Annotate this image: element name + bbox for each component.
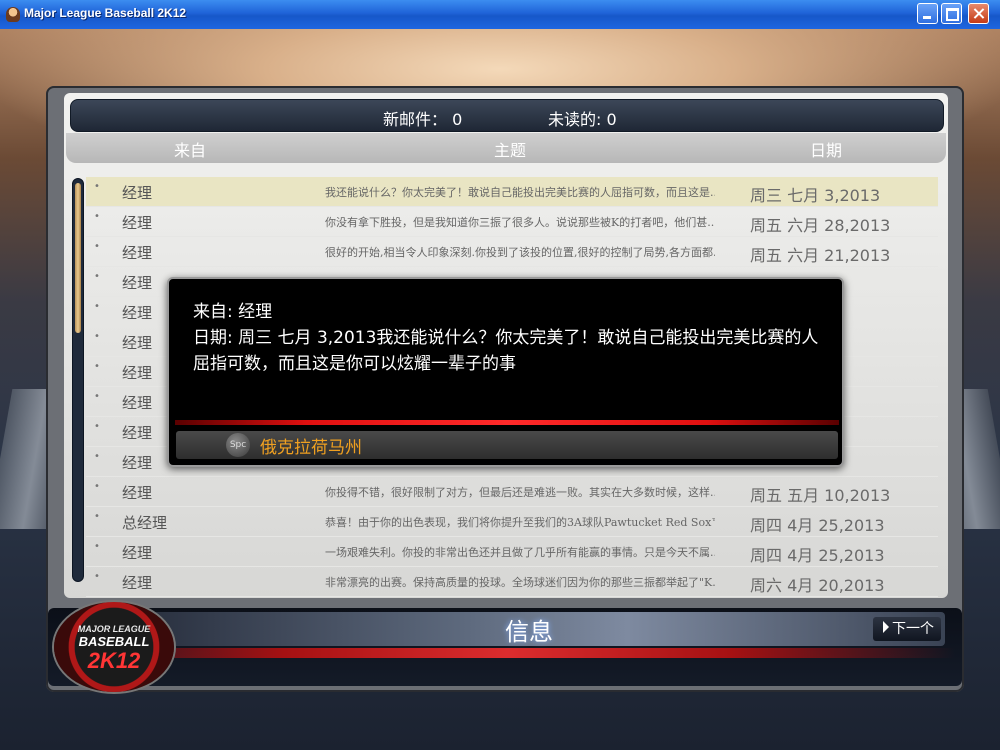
bullet-icon: • — [94, 241, 100, 252]
mail-status-bar: 新邮件： 0 未读的: 0 — [70, 99, 944, 132]
message-date: 周五 六月 21,2013 — [750, 246, 891, 265]
mlb2k12-logo: MAJOR LEAGUE BASEBALL 2K12 — [54, 602, 174, 692]
message-subject: 很好的开始,相当令人印象深刻.你投到了该投的位置,很好的控制了局势,各方面都..… — [325, 246, 715, 259]
popup-text: 来自: 经理 日期: 周三 七月 3,2013我还能说什么？你太完美了！敢说自己… — [193, 299, 833, 377]
next-button[interactable]: 下一个 — [873, 617, 941, 641]
screen-title: 信息 — [505, 618, 553, 646]
scrollbar-thumb[interactable] — [75, 183, 81, 333]
bullet-icon: • — [94, 481, 100, 492]
bullet-icon: • — [94, 421, 100, 432]
message-from: 经理 — [122, 184, 153, 202]
bullet-icon: • — [94, 391, 100, 402]
message-subject: 一场艰难失利。你投的非常出色还并且做了几乎所有能赢的事情。只是今天不属... — [325, 546, 715, 559]
message-row[interactable]: • 总经理 恭喜！由于你的出色表现，我们将你提升至我们的3A球队Pawtucke… — [86, 507, 938, 537]
next-label: 下一个 — [892, 621, 934, 637]
message-subject: 非常漂亮的出赛。保持高质量的投球。全场球迷们因为你的那些三振都举起了"K... — [325, 576, 715, 589]
bullet-icon: • — [94, 271, 100, 282]
message-list-scrollbar[interactable] — [72, 178, 84, 582]
bullet-icon: • — [94, 361, 100, 372]
bullet-icon: • — [94, 181, 100, 192]
popup-footer-label: 俄克拉荷马州 — [260, 438, 362, 458]
unread-count: 未读的: 0 — [548, 110, 617, 129]
message-subject: 我还能说什么？你太完美了！敢说自己能投出完美比赛的人屈指可数，而且这是... — [325, 186, 715, 199]
message-date: 周四 4月 25,2013 — [750, 546, 885, 565]
message-date: 周三 七月 3,2013 — [750, 186, 881, 205]
popup-divider — [175, 420, 839, 425]
arrow-right-icon — [883, 621, 889, 633]
bullet-icon: • — [94, 331, 100, 342]
popup-footer[interactable]: Spc 俄克拉荷马州 — [176, 431, 838, 459]
space-key-icon: Spc — [226, 433, 250, 457]
column-header: 来自 主题 日期 — [66, 133, 946, 163]
close-button[interactable] — [968, 3, 989, 24]
message-popup[interactable]: 来自: 经理 日期: 周三 七月 3,2013我还能说什么？你太完美了！敢说自己… — [167, 277, 844, 467]
message-row[interactable]: • 经理 我还能说什么？你太完美了！敢说自己能投出完美比赛的人屈指可数，而且这是… — [86, 177, 938, 207]
message-row[interactable]: • 经理 你没有拿下胜投，但是我知道你三振了很多人。说说那些被K的打者吧，他们甚… — [86, 207, 938, 237]
logo-text-line2: BASEBALL — [78, 634, 150, 649]
bullet-icon: • — [94, 541, 100, 552]
bottom-bar-red-stripe — [60, 648, 955, 658]
message-from: 经理 — [122, 244, 153, 262]
message-date: 周五 五月 10,2013 — [750, 486, 891, 505]
window-title: Major League Baseball 2K12 — [24, 6, 187, 20]
bullet-icon: • — [94, 451, 100, 462]
message-row[interactable]: • 经理 非常漂亮的出赛。保持高质量的投球。全场球迷们因为你的那些三振都举起了"… — [86, 567, 938, 597]
message-subject: 你没有拿下胜投，但是我知道你三振了很多人。说说那些被K的打者吧，他们甚... — [325, 216, 715, 229]
message-row[interactable]: • 经理 你投得不错，很好限制了对方，但最后还是难逃一败。其实在大多数时候，这样… — [86, 477, 938, 507]
logo-text-line1: MAJOR LEAGUE — [77, 624, 151, 634]
window-titlebar: Major League Baseball 2K12 — [0, 0, 1000, 30]
column-subject[interactable]: 主题 — [494, 137, 526, 161]
message-date: 周四 4月 25,2013 — [750, 516, 885, 535]
bullet-icon: • — [94, 511, 100, 522]
message-from: 经理 — [122, 484, 153, 502]
column-from[interactable]: 来自 — [174, 137, 206, 161]
bullet-icon: • — [94, 301, 100, 312]
message-row[interactable]: • 经理 很好的开始,相当令人印象深刻.你投到了该投的位置,很好的控制了局势,各… — [86, 237, 938, 267]
popup-body: 日期: 周三 七月 3,2013我还能说什么？你太完美了！敢说自己能投出完美比赛… — [193, 328, 819, 374]
minimize-button[interactable] — [917, 3, 938, 24]
new-mail-count: 新邮件： 0 — [383, 110, 463, 129]
bullet-icon: • — [94, 571, 100, 582]
maximize-button[interactable] — [941, 3, 962, 24]
message-from: 经理 — [122, 544, 153, 562]
message-date: 周五 六月 28,2013 — [750, 216, 891, 235]
bullet-icon: • — [94, 211, 100, 222]
message-from: 经理 — [122, 214, 153, 232]
baseball-player-icon — [6, 7, 20, 22]
message-subject: 你投得不错，很好限制了对方，但最后还是难逃一败。其实在大多数时候，这样... — [325, 486, 715, 499]
message-row[interactable]: • 经理 一场艰难失利。你投的非常出色还并且做了几乎所有能赢的事情。只是今天不属… — [86, 537, 938, 567]
message-from: 总经理 — [122, 514, 168, 532]
logo-text-line3: 2K12 — [87, 648, 141, 673]
message-subject: 恭喜！由于你的出色表现，我们将你提升至我们的3A球队Pawtucket Red … — [325, 516, 715, 529]
column-date[interactable]: 日期 — [810, 137, 842, 161]
message-date: 周六 4月 20,2013 — [750, 576, 885, 595]
message-from: 经理 — [122, 574, 153, 592]
popup-from: 来自: 经理 — [193, 302, 273, 322]
